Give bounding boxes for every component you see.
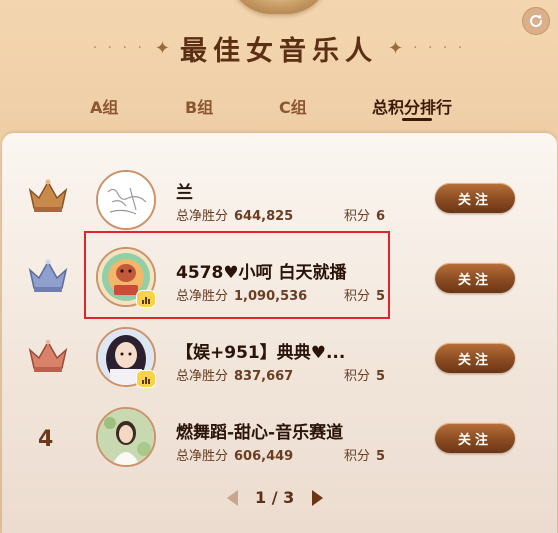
- user-name[interactable]: 【娱+951】典典♥...: [176, 338, 345, 363]
- title-row: · · · · ✦ 最佳女音乐人 ✦ · · · ·: [0, 28, 558, 68]
- highlight-box: [84, 231, 390, 319]
- sparkle-icon: ✦: [388, 37, 404, 59]
- avatar[interactable]: [96, 407, 156, 467]
- title-dots-left: · · · ·: [92, 40, 145, 56]
- user-name[interactable]: 兰: [176, 178, 193, 203]
- table-row: 4 燃舞蹈-甜心-音乐赛道 总净胜分 606,449 积分 5 关注: [0, 400, 558, 470]
- tab-group-c[interactable]: C组: [279, 94, 307, 118]
- user-name[interactable]: 燃舞蹈-甜心-音乐赛道: [176, 418, 343, 443]
- bronze-crown-icon: [28, 339, 68, 372]
- net-score: 总净胜分 606,449: [176, 449, 294, 464]
- prev-page-icon[interactable]: [227, 490, 238, 506]
- follow-button[interactable]: 关注: [435, 183, 515, 213]
- follow-button[interactable]: 关注: [435, 343, 515, 373]
- follow-button[interactable]: 关注: [435, 423, 515, 453]
- page-title: 最佳女音乐人: [180, 35, 378, 67]
- refresh-icon: [530, 14, 542, 27]
- sparkle-icon: ✦: [154, 37, 170, 59]
- handwriting-avatar-image: [98, 172, 154, 228]
- rank-number: 4: [38, 427, 54, 452]
- tab-total-ranking[interactable]: 总积分排行: [372, 94, 452, 118]
- table-row: 兰 总净胜分 644,825 积分 6 关注: [0, 160, 558, 230]
- points: 积分 6: [344, 209, 386, 224]
- active-tab-underline: [402, 118, 432, 121]
- avatar[interactable]: [96, 170, 156, 230]
- silver-crown-icon: [28, 259, 68, 292]
- group-tabs: A组 B组 C组 总积分排行: [0, 94, 558, 122]
- gold-crown-icon: [28, 179, 68, 212]
- tab-group-a[interactable]: A组: [90, 94, 118, 118]
- follow-button[interactable]: 关注: [435, 263, 515, 293]
- next-page-icon[interactable]: [312, 490, 323, 506]
- net-score: 总净胜分 837,667: [176, 369, 294, 384]
- net-score: 总净胜分 644,825: [176, 209, 294, 224]
- live-badge-icon: [136, 370, 156, 388]
- photo-avatar-image: [98, 409, 154, 465]
- top-emblem: [229, 0, 329, 14]
- pagination: 1 / 3: [0, 486, 558, 512]
- points: 积分 5: [344, 369, 386, 384]
- points: 积分 5: [344, 449, 386, 464]
- tab-group-b[interactable]: B组: [185, 94, 213, 118]
- page-indicator: 1 / 3: [255, 488, 295, 507]
- title-dots-right: · · · ·: [413, 40, 466, 56]
- table-row: 【娱+951】典典♥... 总净胜分 837,667 积分 5 关注: [0, 320, 558, 390]
